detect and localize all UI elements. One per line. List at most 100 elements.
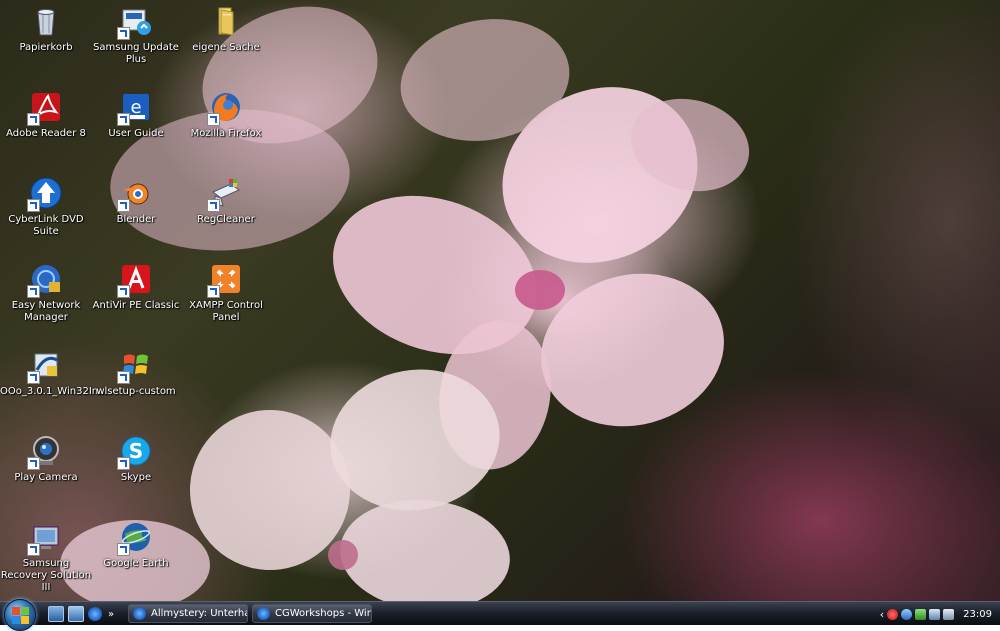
icon-label: eigene Sache [192, 42, 260, 53]
volume-icon[interactable] [943, 608, 955, 620]
blender-icon [117, 176, 153, 212]
desktop-icon-adobe-reader[interactable]: Adobe Reader 8 [0, 88, 92, 140]
desktop-icon-cyberlink[interactable]: CyberLink DVD Suite [0, 174, 92, 238]
desktop-icon-firefox[interactable]: Mozilla Firefox [180, 88, 272, 140]
desktop-icon-easy-network-manager[interactable]: Easy Network Manager [0, 260, 92, 324]
folder-icon [209, 4, 243, 38]
shortcut-arrow-icon [117, 371, 130, 384]
icon-label: RegCleaner [197, 214, 255, 225]
icon-label: AntiVir PE Classic [92, 300, 180, 311]
shortcut-arrow-icon [117, 285, 130, 298]
wallpaper-petal [335, 492, 515, 601]
shortcut-arrow-icon [117, 27, 130, 40]
camera-icon [27, 434, 63, 470]
svg-text:e: e [130, 97, 141, 118]
icon-label: Mozilla Firefox [190, 128, 262, 139]
quick-launch-overflow-icon[interactable]: » [106, 609, 116, 620]
shortcut-arrow-icon [207, 199, 220, 212]
xampp-icon [207, 262, 243, 298]
start-button[interactable] [4, 599, 36, 631]
tray-expand-icon[interactable]: ‹ [880, 608, 884, 621]
desktop-icon-skype[interactable]: S Skype [90, 432, 182, 484]
clock[interactable]: 23:09 [963, 609, 992, 620]
user-tray-icon[interactable] [901, 608, 913, 620]
icon-label: Papierkorb [19, 42, 73, 53]
shortcut-arrow-icon [207, 113, 220, 126]
icon-label: Skype [120, 472, 152, 483]
desktop-icon-play-camera[interactable]: Play Camera [0, 432, 92, 484]
shortcut-arrow-icon [117, 113, 130, 126]
shortcut-arrow-icon [117, 457, 130, 470]
shortcut-arrow-icon [27, 457, 40, 470]
firefox-icon [207, 90, 243, 126]
shortcut-arrow-icon [27, 543, 40, 556]
desktop-icon-papierkorb[interactable]: Papierkorb [0, 2, 92, 54]
shortcut-arrow-icon [117, 543, 130, 556]
icon-label: Blender [116, 214, 156, 225]
task-label: CGWorkshops - Win... [275, 608, 372, 619]
task-label: Allmystery: Unterhal... [151, 608, 247, 619]
quick-launch: » [48, 605, 116, 623]
shortcut-arrow-icon [27, 113, 40, 126]
desktop-icon-ooo-installer[interactable]: OOo_3.0.1_Win32In... [0, 346, 108, 398]
icon-label: Samsung Recovery Solution III [0, 558, 92, 593]
skype-icon: S [117, 434, 153, 470]
icon-label: Google Earth [103, 558, 169, 569]
internet-explorer-icon [257, 607, 270, 620]
google-earth-icon [117, 520, 153, 556]
wallpaper-flower-center [515, 270, 565, 310]
taskbar: » Allmystery: Unterhal... CGWorkshops - … [0, 599, 1000, 631]
taskbar-button-allmystery[interactable]: Allmystery: Unterhal... [128, 604, 248, 623]
desktop-icon-antivir[interactable]: AntiVir PE Classic [90, 260, 182, 312]
desktop-icon-regcleaner[interactable]: RegCleaner [180, 174, 272, 226]
antivir-icon [117, 262, 153, 298]
cyberlink-icon [27, 176, 63, 212]
adobe-reader-icon [27, 90, 63, 126]
network-manager-icon [27, 262, 63, 298]
icon-label: User Guide [108, 128, 164, 139]
shortcut-arrow-icon [27, 199, 40, 212]
user-guide-icon: e [117, 90, 153, 126]
system-tray: ‹ 23:09 [872, 602, 1000, 626]
desktop-icon-samsung-recovery[interactable]: Samsung Recovery Solution III [0, 518, 92, 594]
icon-label: wlsetup-custom [96, 386, 176, 397]
desktop-icon-xampp[interactable]: XAMPP Control Panel [180, 260, 272, 324]
icon-label: XAMPP Control Panel [189, 300, 263, 323]
show-desktop-icon[interactable] [48, 606, 64, 622]
network-icon[interactable] [929, 608, 941, 620]
desktop-icon-blender[interactable]: Blender [90, 174, 182, 226]
internet-explorer-icon [133, 607, 146, 620]
windows-logo-icon [12, 616, 20, 624]
desktop-background[interactable]: Papierkorb Adobe Reader 8 CyberLink DVD … [0, 0, 1000, 601]
svg-text:S: S [129, 439, 143, 463]
battery-icon[interactable] [915, 608, 927, 620]
windows-logo-icon [21, 607, 29, 615]
recovery-icon [27, 520, 63, 556]
desktop-icon-eigene-sache[interactable]: eigene Sache [180, 2, 272, 54]
desktop-icon-google-earth[interactable]: Google Earth [90, 518, 182, 570]
windows-live-icon [117, 348, 153, 384]
switch-windows-icon[interactable] [68, 606, 84, 622]
icon-label: OOo_3.0.1_Win32In... [0, 386, 108, 397]
icon-label: Easy Network Manager [11, 300, 81, 323]
antivir-tray-icon[interactable] [887, 608, 899, 620]
recycle-bin-icon [29, 4, 63, 38]
internet-explorer-icon[interactable] [88, 607, 102, 621]
shortcut-arrow-icon [27, 371, 40, 384]
icon-label: Samsung Update Plus [93, 42, 179, 65]
desktop-icon-samsung-update[interactable]: Samsung Update Plus [90, 2, 182, 66]
shortcut-arrow-icon [27, 285, 40, 298]
icon-label: Adobe Reader 8 [6, 128, 86, 139]
samsung-update-icon [117, 4, 153, 40]
shortcut-arrow-icon [207, 285, 220, 298]
desktop-icon-wlsetup[interactable]: wlsetup-custom [90, 346, 182, 398]
icon-label: Play Camera [14, 472, 78, 483]
icon-label: CyberLink DVD Suite [8, 214, 84, 237]
windows-logo-icon [12, 607, 20, 615]
shortcut-arrow-icon [117, 199, 130, 212]
wallpaper-flower-center [328, 540, 358, 570]
desktop-icon-user-guide[interactable]: e User Guide [90, 88, 182, 140]
taskbar-button-cgworkshops[interactable]: CGWorkshops - Win... [252, 604, 372, 623]
openoffice-installer-icon [27, 348, 63, 384]
regcleaner-icon [207, 176, 243, 212]
